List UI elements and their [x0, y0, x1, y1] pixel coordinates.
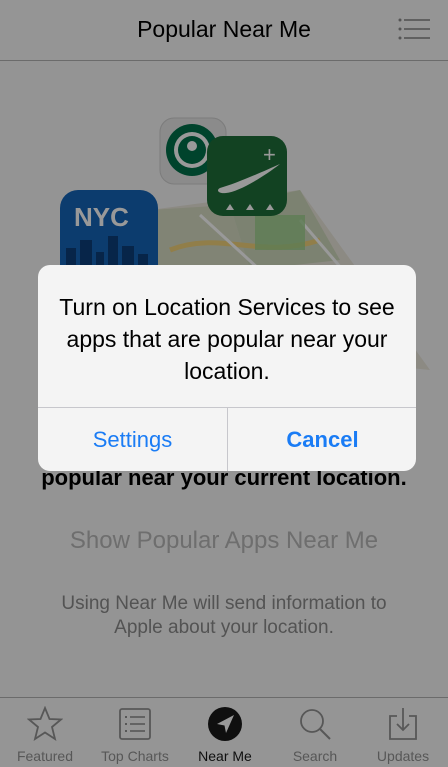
alert-message: Turn on Location Services to see apps th… — [59, 294, 395, 384]
app-store-screen: Popular Near Me + NYC popular near your … — [0, 0, 448, 767]
location-services-alert: Turn on Location Services to see apps th… — [38, 265, 416, 471]
cancel-button[interactable]: Cancel — [228, 408, 416, 471]
settings-button[interactable]: Settings — [38, 408, 227, 471]
